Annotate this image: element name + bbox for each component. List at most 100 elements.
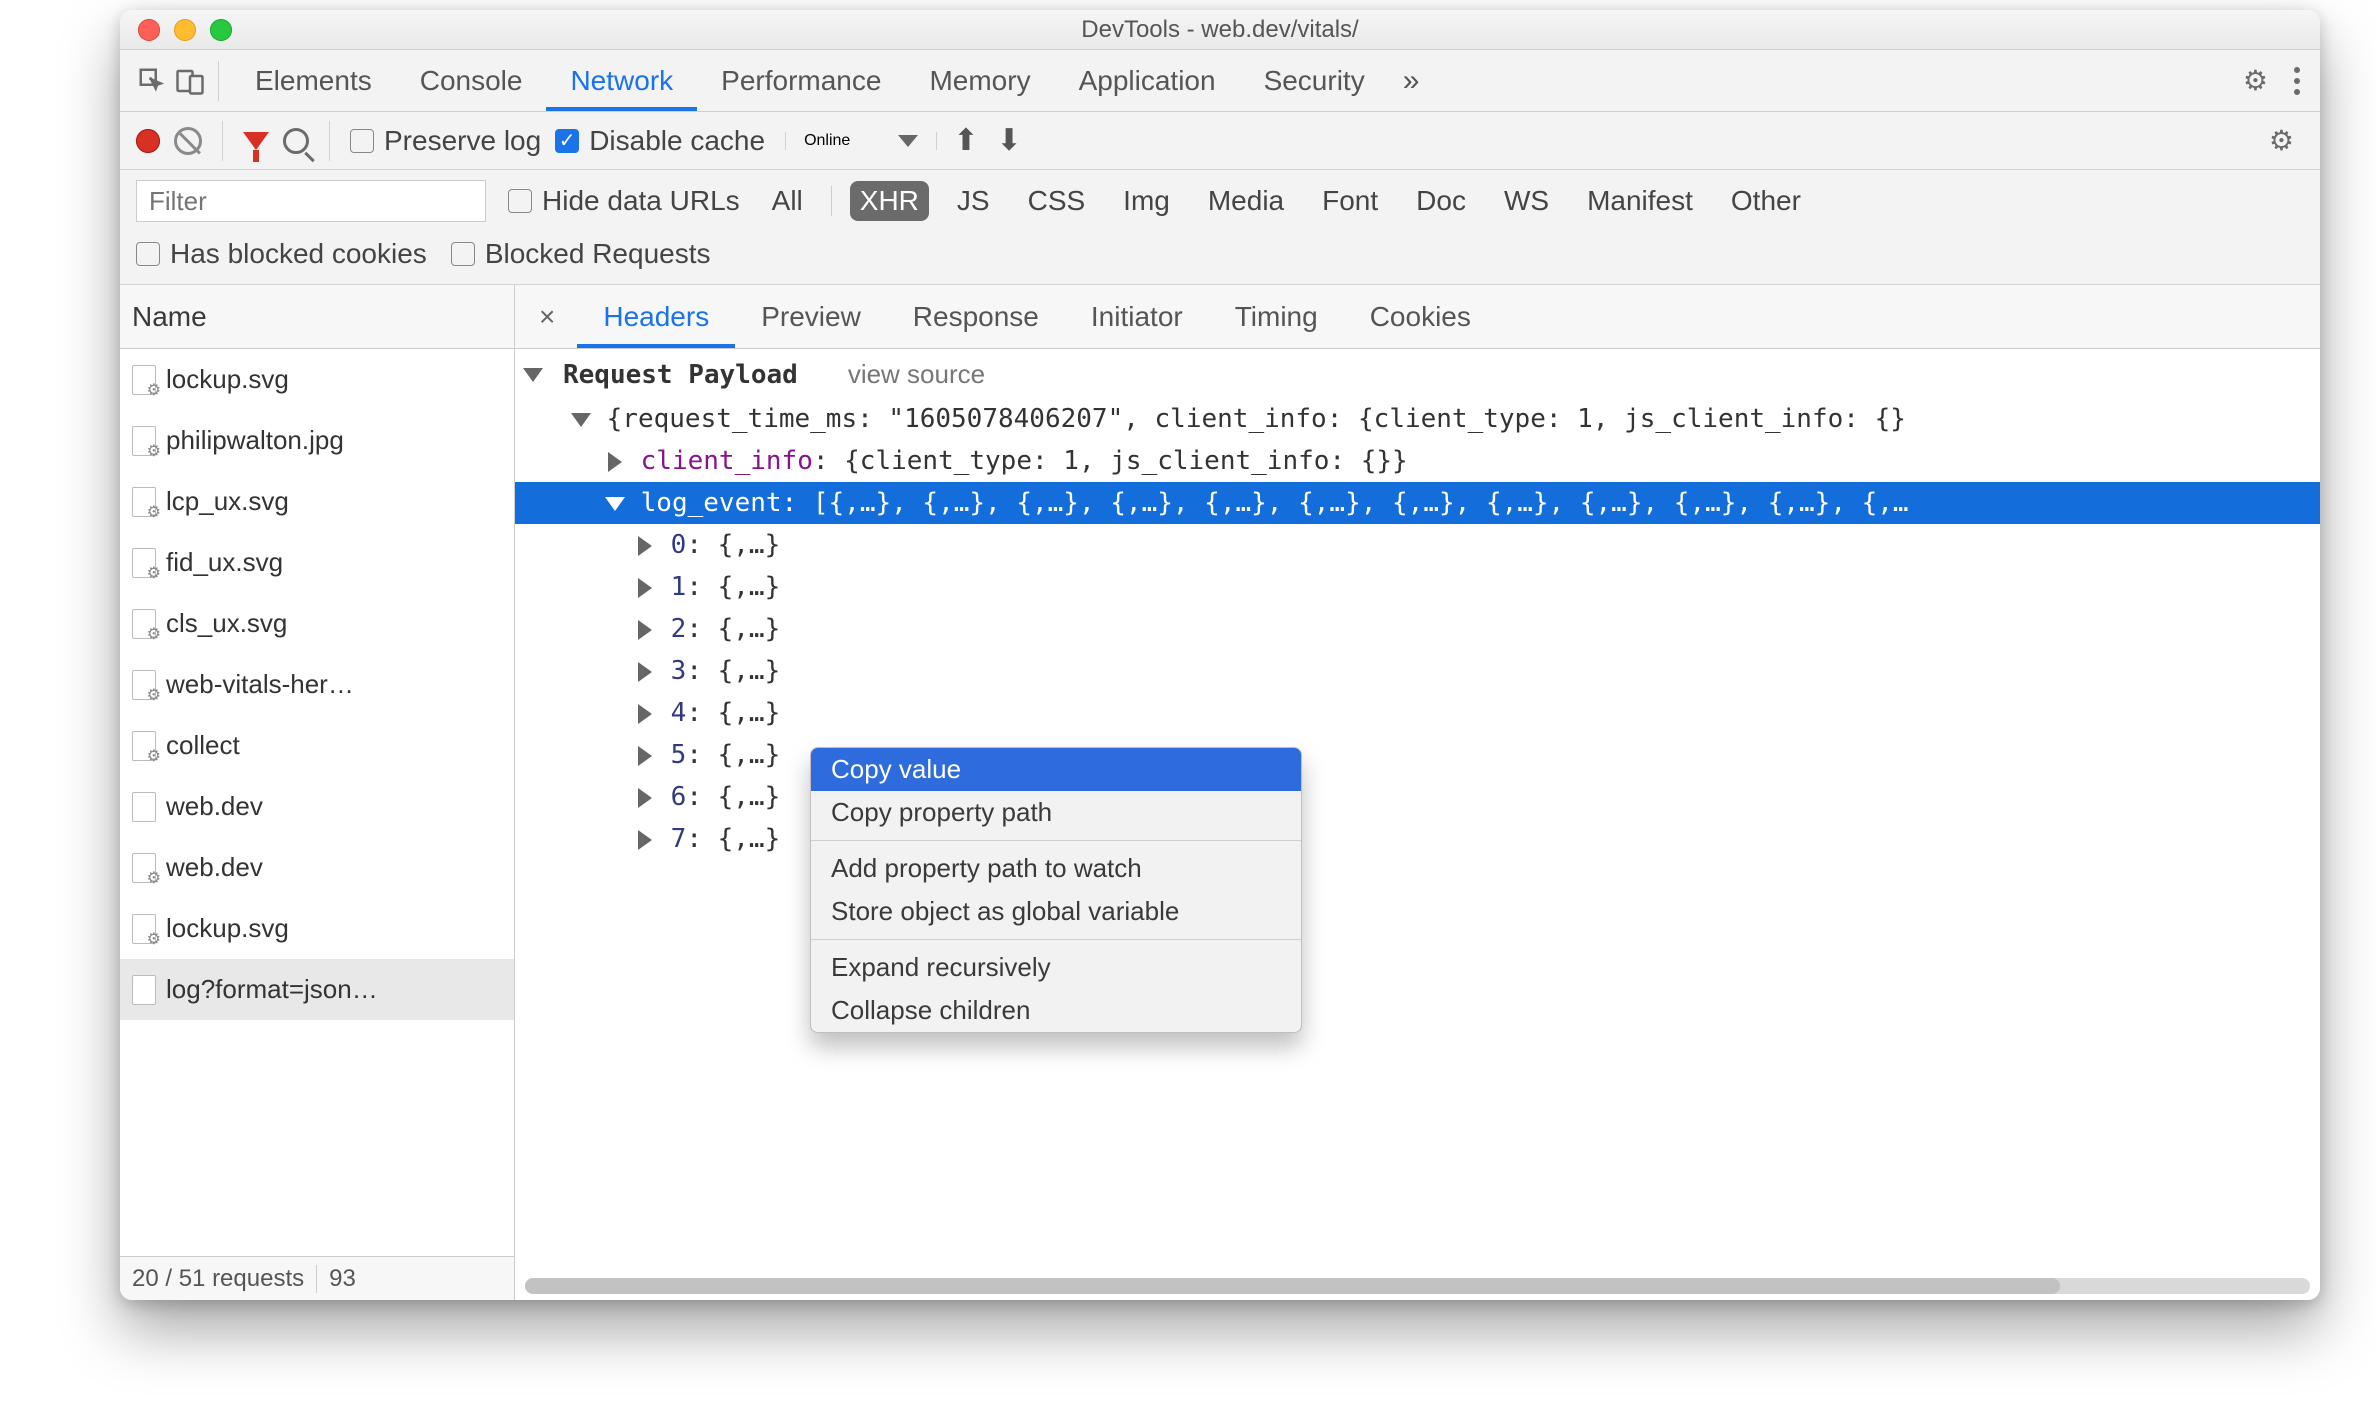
network-settings-icon[interactable]: ⚙ (2259, 124, 2304, 157)
device-toggle-icon[interactable] (174, 65, 206, 97)
menu-item[interactable]: Store object as global variable (811, 890, 1301, 933)
request-row[interactable]: cls_ux.svg (120, 593, 514, 654)
request-row[interactable]: log?format=json… (120, 959, 514, 1020)
settings-icon[interactable]: ⚙ (2233, 64, 2278, 97)
filter-input[interactable] (136, 180, 486, 222)
tree-node-client-info[interactable]: client_info: {client_type: 1, js_client_… (515, 440, 2320, 482)
tree-node-child[interactable]: 2: {,…} (515, 608, 2320, 650)
inspect-element-icon[interactable] (136, 65, 168, 97)
disclosure-right-icon (638, 662, 652, 682)
detail-tab-response[interactable]: Response (887, 285, 1065, 348)
kebab-menu-icon[interactable] (2284, 67, 2310, 95)
type-filter-img[interactable]: Img (1113, 181, 1180, 221)
filter-icon[interactable] (243, 132, 269, 150)
type-filter-css[interactable]: CSS (1018, 181, 1096, 221)
disable-cache-toggle[interactable]: ✓ Disable cache (555, 125, 765, 157)
file-gear-icon (132, 670, 156, 700)
upload-har-icon[interactable]: ⬆ (951, 123, 980, 158)
disclosure-icon[interactable] (523, 368, 543, 382)
horizontal-scrollbar[interactable] (525, 1278, 2310, 1294)
tree-node-child[interactable]: 4: {,…} (515, 692, 2320, 734)
tree-node-child[interactable]: 3: {,…} (515, 650, 2320, 692)
disclosure-icon (605, 497, 625, 511)
tab-security[interactable]: Security (1240, 50, 1389, 111)
type-filter-doc[interactable]: Doc (1406, 181, 1476, 221)
tree-value: {,…} (718, 572, 781, 602)
tree-index: 3 (671, 656, 687, 686)
request-row[interactable]: web.dev (120, 837, 514, 898)
request-name: log?format=json… (166, 974, 378, 1005)
request-row[interactable]: fid_ux.svg (120, 532, 514, 593)
menu-item[interactable]: Expand recursively (811, 946, 1301, 989)
checkbox-icon (451, 242, 475, 266)
tree-node-log-event[interactable]: log_event: [{,…}, {,…}, {,…}, {,…}, {,…}… (515, 482, 2320, 524)
disclosure-right-icon (638, 746, 652, 766)
menu-item[interactable]: Add property path to watch (811, 847, 1301, 890)
type-filter-font[interactable]: Font (1312, 181, 1388, 221)
tab-application[interactable]: Application (1055, 50, 1240, 111)
tab-network[interactable]: Network (546, 50, 697, 111)
has-blocked-cookies-toggle[interactable]: Has blocked cookies (136, 238, 427, 270)
request-name: web-vitals-her… (166, 669, 354, 700)
request-row[interactable]: philipwalton.jpg (120, 410, 514, 471)
request-row[interactable]: collect (120, 715, 514, 776)
view-source-link[interactable]: view source (848, 359, 985, 390)
tree-node-child[interactable]: 1: {,…} (515, 566, 2320, 608)
type-filter-manifest[interactable]: Manifest (1577, 181, 1703, 221)
disable-cache-label: Disable cache (589, 125, 765, 157)
tab-performance[interactable]: Performance (697, 50, 905, 111)
section-title: Request Payload (563, 360, 798, 390)
record-icon[interactable] (136, 129, 160, 153)
throttle-value: Online (804, 132, 850, 150)
request-row[interactable]: web-vitals-her… (120, 654, 514, 715)
type-filter-media[interactable]: Media (1198, 181, 1294, 221)
tree-node-child[interactable]: 6: {,…} (515, 776, 2320, 818)
file-gear-icon (132, 365, 156, 395)
checkbox-icon (136, 242, 160, 266)
has-blocked-cookies-label: Has blocked cookies (170, 238, 427, 270)
throttling-select[interactable]: Online (785, 132, 937, 150)
blocked-requests-toggle[interactable]: Blocked Requests (451, 238, 711, 270)
preserve-log-toggle[interactable]: Preserve log (350, 125, 541, 157)
tab-elements[interactable]: Elements (231, 50, 396, 111)
req-extra: 93 (329, 1265, 356, 1293)
request-row[interactable]: lcp_ux.svg (120, 471, 514, 532)
download-har-icon[interactable]: ⬇ (994, 123, 1023, 158)
tree-root[interactable]: {request_time_ms: "1605078406207", clien… (515, 398, 2320, 440)
type-filter-ws[interactable]: WS (1494, 181, 1559, 221)
detail-tab-cookies[interactable]: Cookies (1344, 285, 1497, 348)
type-filter-xhr[interactable]: XHR (850, 181, 929, 221)
detail-tab-headers[interactable]: Headers (577, 285, 735, 348)
hide-data-urls-toggle[interactable]: Hide data URLs (508, 185, 740, 217)
detail-tab-preview[interactable]: Preview (735, 285, 887, 348)
tab-console[interactable]: Console (396, 50, 547, 111)
detail-tabs: × HeadersPreviewResponseInitiatorTimingC… (515, 285, 2320, 349)
more-tabs-icon[interactable]: » (1395, 64, 1428, 98)
type-filter-js[interactable]: JS (947, 181, 1000, 221)
blocked-requests-label: Blocked Requests (485, 238, 711, 270)
close-detail-icon[interactable]: × (521, 301, 573, 333)
disclosure-right-icon (638, 830, 652, 850)
menu-item[interactable]: Collapse children (811, 989, 1301, 1032)
menu-item[interactable]: Copy property path (811, 791, 1301, 834)
checkbox-checked-icon: ✓ (555, 129, 579, 153)
detail-body: Request Payload view source {request_tim… (515, 349, 2320, 1300)
tree-node-child[interactable]: 7: {,…} (515, 818, 2320, 860)
type-filter-other[interactable]: Other (1721, 181, 1811, 221)
search-icon[interactable] (283, 128, 309, 154)
request-row[interactable]: web.dev (120, 776, 514, 837)
tree-node-child[interactable]: 5: {,…} (515, 734, 2320, 776)
tab-memory[interactable]: Memory (905, 50, 1054, 111)
tree-index: 5 (671, 740, 687, 770)
request-row[interactable]: lockup.svg (120, 349, 514, 410)
request-detail-panel: × HeadersPreviewResponseInitiatorTimingC… (515, 285, 2320, 1300)
file-gear-icon (132, 548, 156, 578)
detail-tab-initiator[interactable]: Initiator (1065, 285, 1209, 348)
type-filter-all[interactable]: All (762, 181, 813, 221)
detail-tab-timing[interactable]: Timing (1209, 285, 1344, 348)
request-row[interactable]: lockup.svg (120, 898, 514, 959)
tree-node-child[interactable]: 0: {,…} (515, 524, 2320, 566)
request-list-header[interactable]: Name (120, 285, 514, 349)
clear-icon[interactable] (174, 127, 202, 155)
menu-item[interactable]: Copy value (811, 748, 1301, 791)
